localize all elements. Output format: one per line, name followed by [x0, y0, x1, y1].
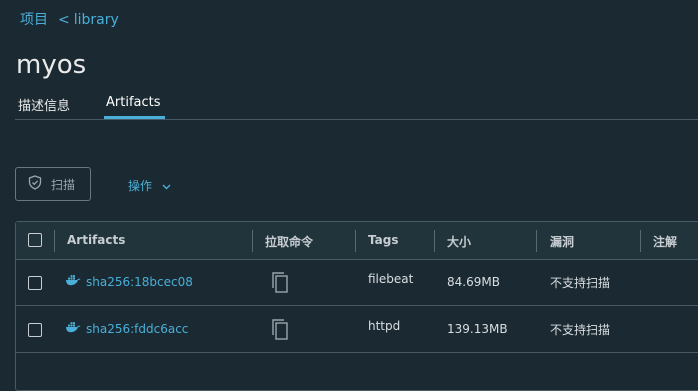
artifact-size: 139.13MB [447, 322, 508, 336]
copy-icon[interactable] [269, 271, 289, 297]
artifact-digest: sha256:18bcec08 [86, 274, 193, 289]
breadcrumb-root[interactable]: 项目 [20, 12, 48, 28]
scan-button-label: 扫描 [51, 177, 76, 192]
column-separator[interactable] [640, 230, 641, 252]
artifact-vulnerabilities: 不支持扫描 [550, 323, 611, 337]
docker-icon [65, 321, 81, 336]
column-separator [54, 230, 55, 252]
header-artifacts[interactable]: Artifacts [67, 233, 125, 247]
actions-label: 操作 [128, 179, 153, 193]
row-checkbox[interactable] [28, 323, 42, 337]
header-vulnerabilities[interactable]: 漏洞 [550, 233, 574, 250]
tab-bar: 描述信息 Artifacts [15, 93, 698, 120]
artifact-link[interactable]: sha256:18bcec08 [65, 274, 193, 289]
table-row: sha256:fddc6acc httpd 139.13MB 不支持扫描 [16, 306, 698, 353]
tab-artifacts[interactable]: Artifacts [104, 95, 165, 119]
header-tags[interactable]: Tags [368, 233, 398, 247]
header-annotations[interactable]: 注解 [653, 233, 677, 250]
breadcrumb-current[interactable]: library [74, 12, 119, 28]
artifact-digest: sha256:fddc6acc [86, 321, 189, 336]
column-separator[interactable] [252, 230, 253, 252]
column-separator[interactable] [355, 230, 356, 252]
artifact-tags: httpd [368, 319, 401, 333]
tab-info[interactable]: 描述信息 [18, 95, 70, 114]
scan-button[interactable]: 扫描 [15, 167, 91, 201]
header-size[interactable]: 大小 [447, 233, 471, 250]
artifact-link[interactable]: sha256:fddc6acc [65, 321, 188, 336]
docker-icon [65, 274, 81, 289]
row-checkbox[interactable] [28, 276, 42, 290]
breadcrumb-separator: < [58, 12, 70, 28]
column-separator[interactable] [536, 230, 537, 252]
actions-dropdown[interactable]: 操作 [128, 177, 171, 194]
page-title: myos [16, 50, 87, 80]
artifact-tags: filebeat [368, 272, 414, 286]
shield-icon [28, 175, 42, 193]
artifact-vulnerabilities: 不支持扫描 [550, 276, 611, 290]
header-pull-command[interactable]: 拉取命令 [265, 233, 313, 250]
artifacts-table: Artifacts 拉取命令 Tags 大小 漏洞 注解 sha256:18bc… [15, 221, 698, 391]
breadcrumb: 项目 < library [20, 9, 119, 29]
select-all-checkbox[interactable] [28, 233, 42, 247]
table-row: sha256:18bcec08 filebeat 84.69MB 不支持扫描 [16, 259, 698, 306]
chevron-down-icon [162, 179, 171, 193]
copy-icon[interactable] [269, 318, 289, 344]
table-header: Artifacts 拉取命令 Tags 大小 漏洞 注解 [16, 222, 698, 260]
artifact-size: 84.69MB [447, 275, 500, 289]
column-separator[interactable] [434, 230, 435, 252]
